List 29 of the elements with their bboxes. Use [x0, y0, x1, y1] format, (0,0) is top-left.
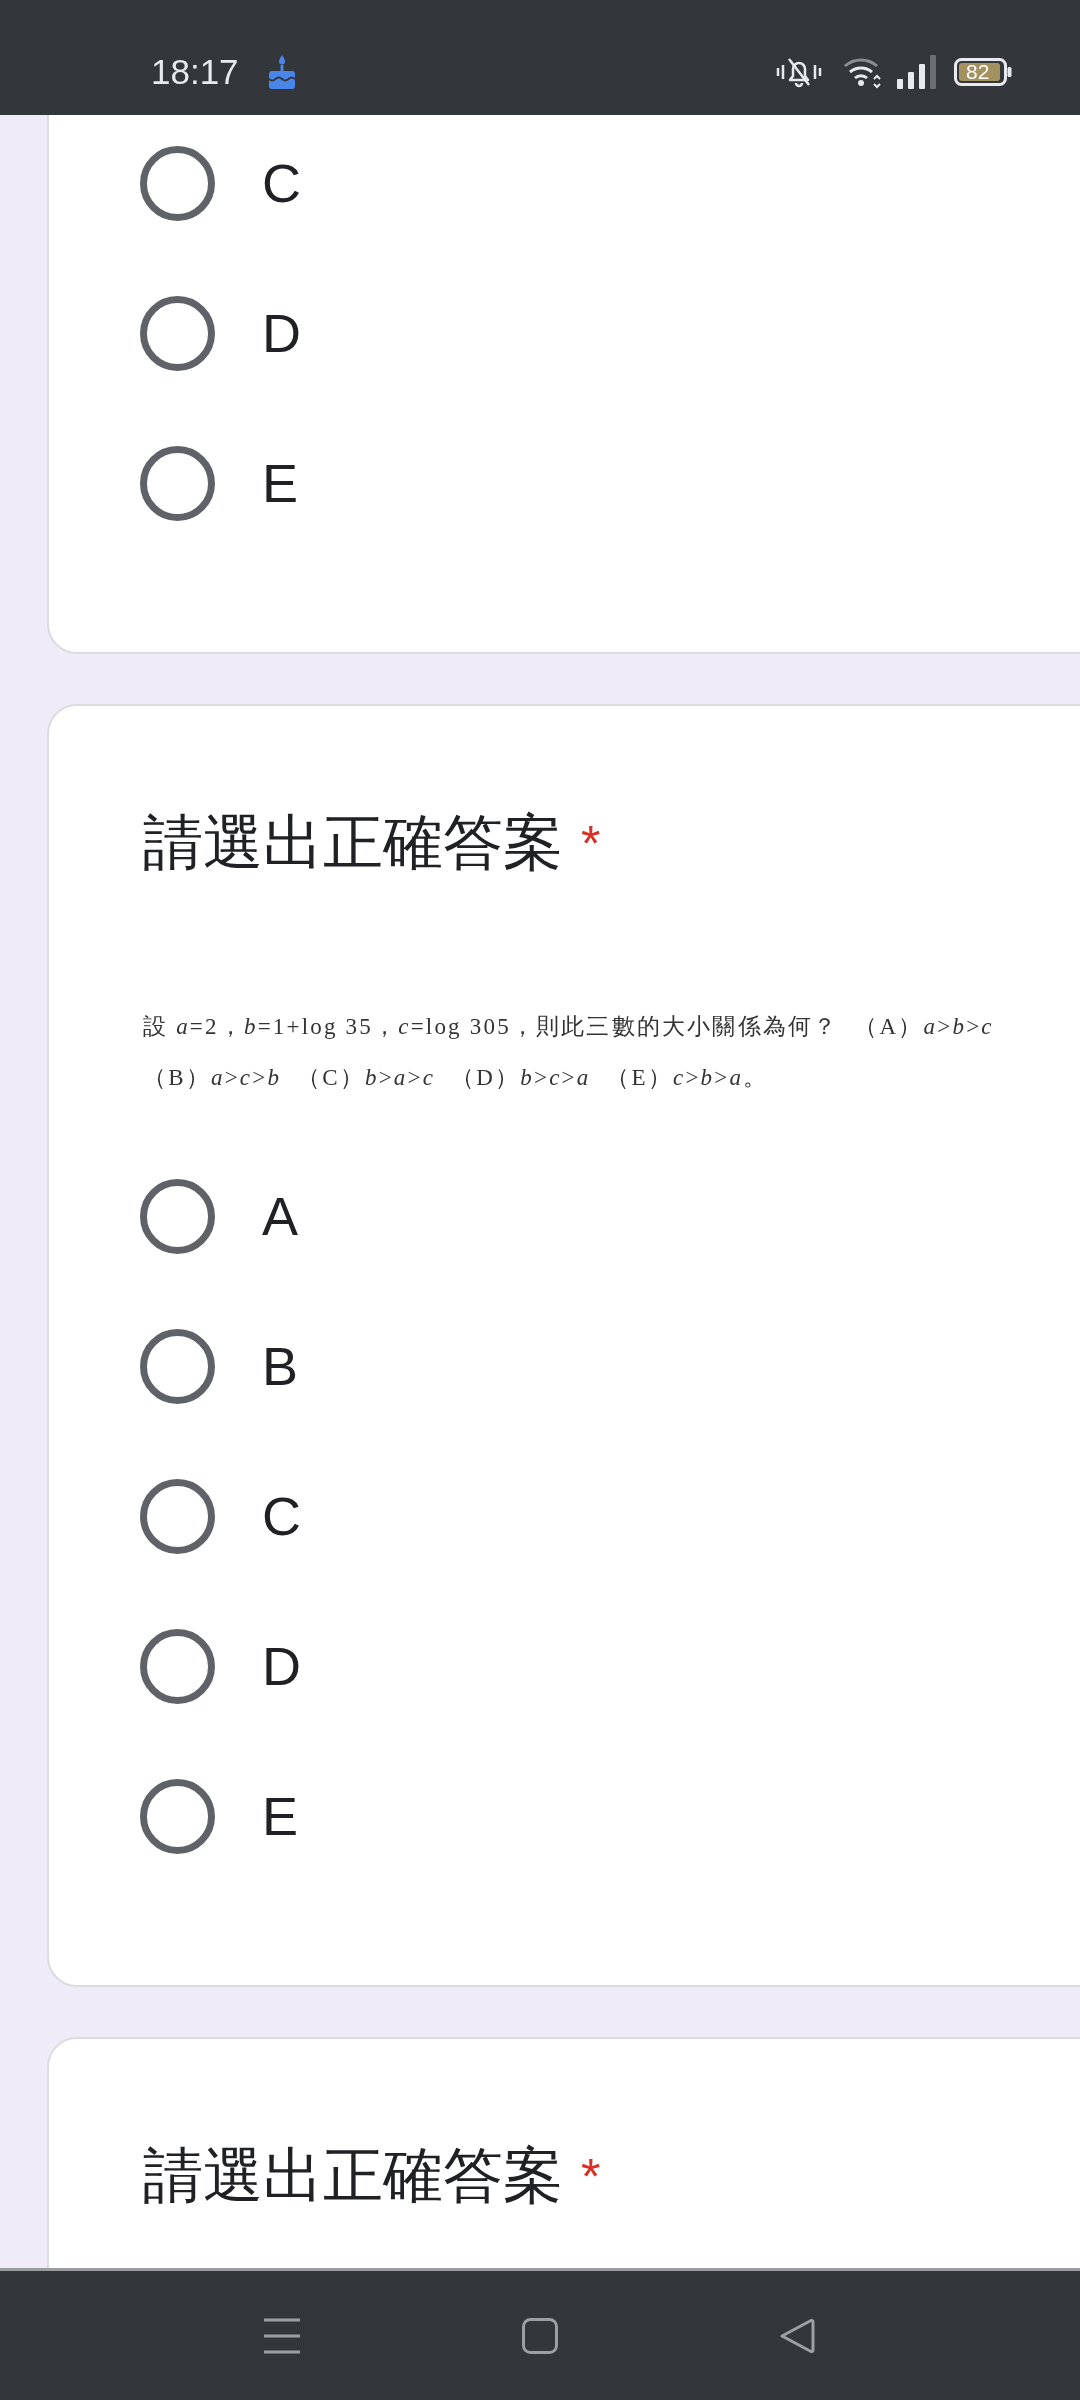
question-text: 設 a=2，b=1+log 35，c=log 305，則此三數的大小關係為何？ （A）a>b>c （B）a>c>b （C）b>a>c （D）b>c>a （E）c>b>a。 — [143, 1013, 994, 1092]
option-label: C — [262, 1489, 301, 1543]
question-title: 請選出正確答案 — [143, 808, 563, 878]
option-label: E — [262, 456, 299, 510]
question-title: 請選出正確答案 — [143, 2141, 563, 2211]
option-label: C — [262, 156, 301, 210]
radio-button[interactable] — [140, 1628, 215, 1704]
radio-button[interactable] — [140, 145, 215, 221]
option-label: D — [262, 1639, 301, 1693]
radio-button[interactable] — [140, 1328, 215, 1404]
menu-icon[interactable] — [264, 2317, 300, 2354]
signal-icon — [897, 54, 936, 89]
required-asterisk: * — [581, 2152, 601, 2202]
option-label: A — [262, 1189, 299, 1243]
radio-button[interactable] — [140, 1478, 215, 1554]
square-icon[interactable] — [522, 2317, 558, 2354]
required-asterisk: * — [581, 819, 601, 869]
clock-time: 18:17 — [151, 54, 239, 89]
radio-button[interactable] — [140, 295, 215, 371]
battery-percentage: 82 — [966, 59, 990, 84]
option-label: D — [262, 306, 301, 360]
radio-button[interactable] — [140, 1778, 215, 1854]
back-icon[interactable] — [780, 2317, 815, 2354]
radio-button[interactable] — [140, 445, 215, 521]
battery-icon — [954, 57, 1012, 86]
cake-icon — [267, 54, 296, 89]
option-label: E — [262, 1789, 299, 1843]
option-label: B — [262, 1339, 299, 1393]
radio-button[interactable] — [140, 1178, 215, 1254]
